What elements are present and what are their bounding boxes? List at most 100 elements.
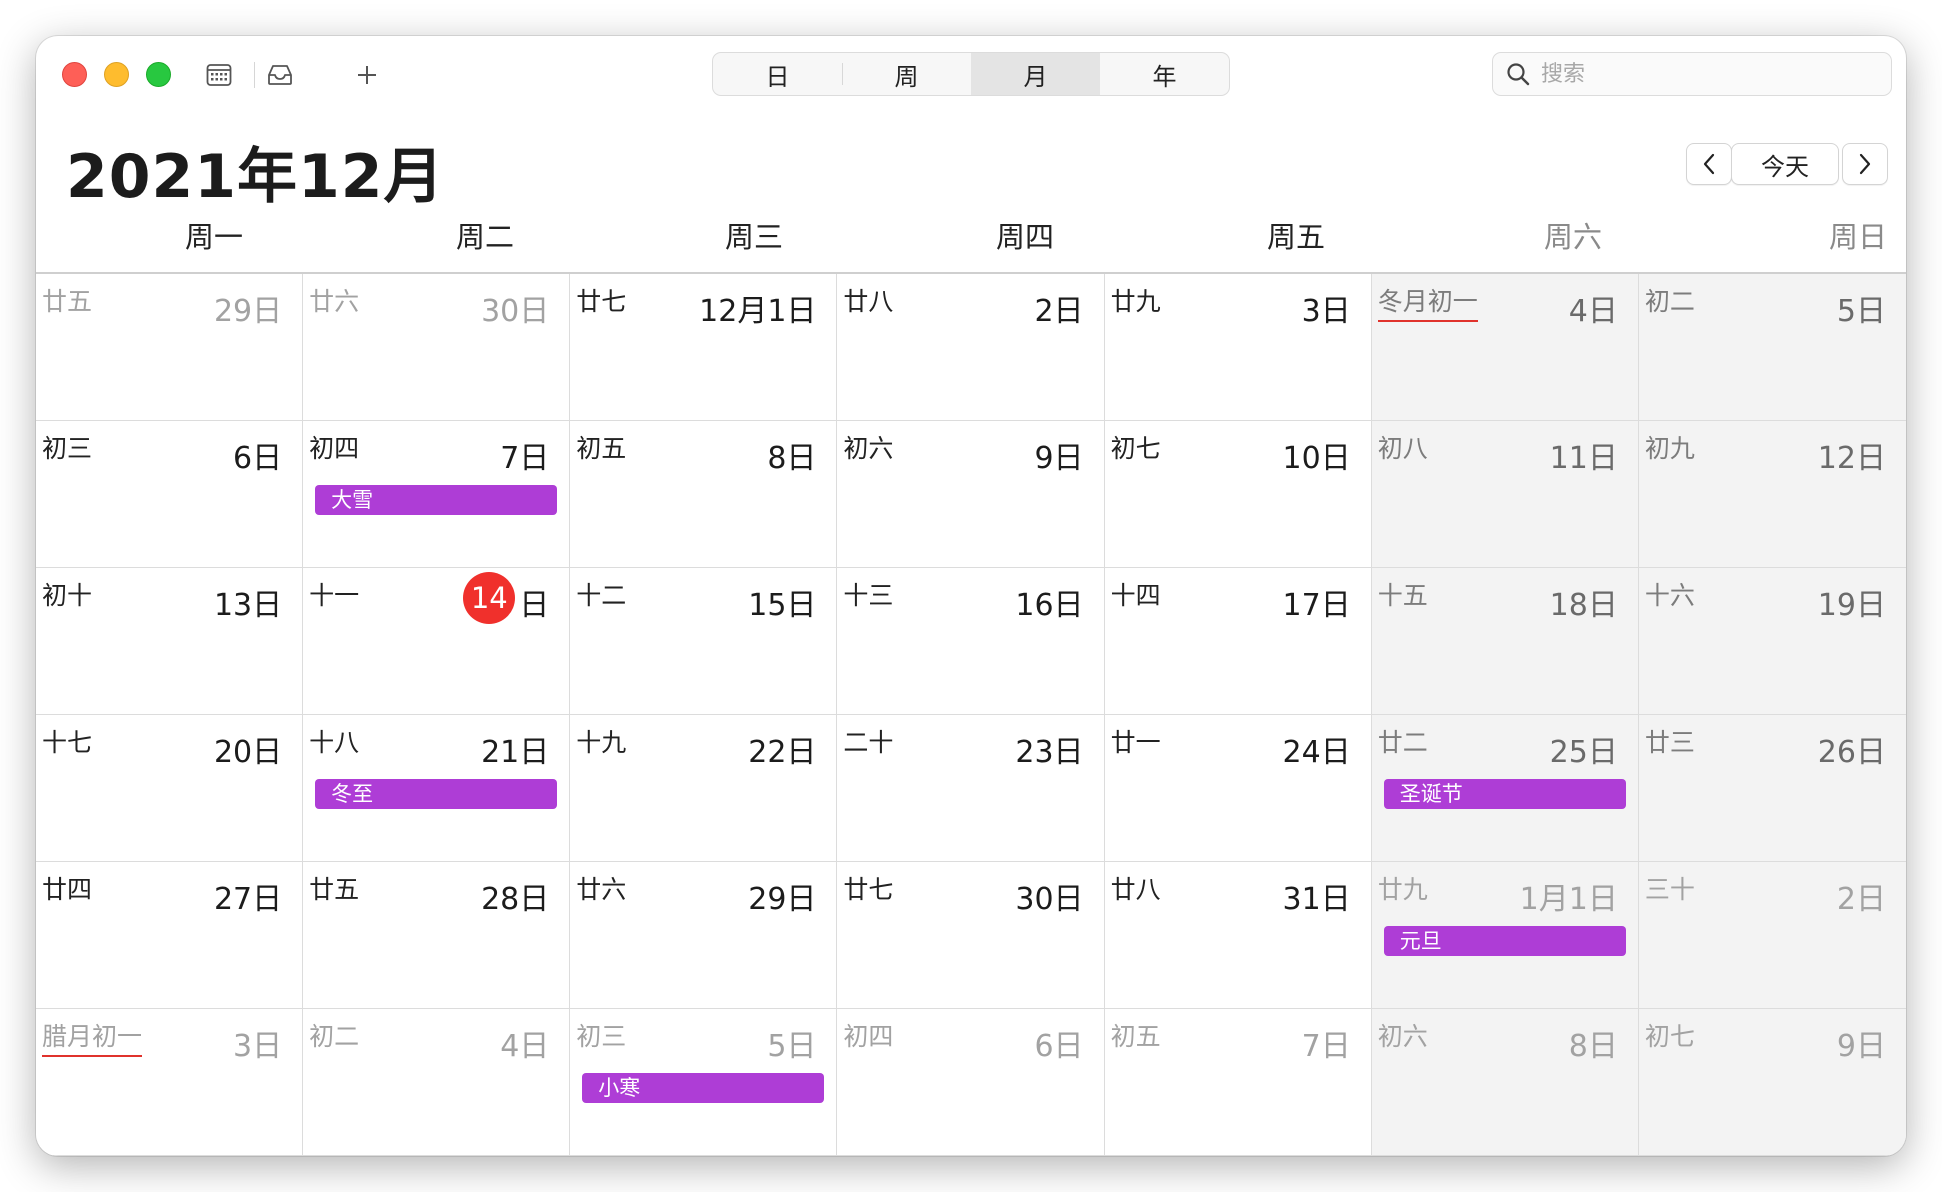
- day-cell[interactable]: 腊月初一 3日: [36, 1009, 304, 1156]
- day-cell[interactable]: 初五 7日: [1104, 1009, 1372, 1156]
- lunar-date: 廿七: [576, 287, 627, 316]
- calendar-event[interactable]: 大雪: [315, 485, 558, 515]
- day-number: 2日: [1836, 882, 1886, 917]
- calendar-event[interactable]: 圣诞节: [1383, 779, 1626, 809]
- lunar-date: 初九: [1644, 434, 1695, 463]
- day-number: 28日: [481, 882, 550, 917]
- lunar-date: 十五: [1377, 581, 1428, 610]
- lunar-date: 廿三: [1644, 728, 1695, 757]
- day-number: 5日: [767, 1029, 817, 1064]
- day-cell[interactable]: 初三 5日 小寒: [570, 1009, 838, 1156]
- lunar-date: 二十: [843, 728, 894, 757]
- day-number: 17日: [1282, 588, 1351, 623]
- lunar-date: 初五: [1110, 1022, 1161, 1051]
- inbox-icon[interactable]: [265, 60, 295, 90]
- close-button[interactable]: [62, 62, 87, 87]
- day-cell[interactable]: 冬月初一 4日: [1371, 274, 1639, 421]
- previous-month-button[interactable]: [1686, 143, 1732, 185]
- day-number: 4日: [1568, 294, 1618, 329]
- calendar-event[interactable]: 小寒: [582, 1073, 825, 1103]
- day-cell[interactable]: 廿三 26日: [1638, 715, 1906, 862]
- day-cell[interactable]: 十三 16日: [837, 568, 1105, 715]
- month-grid: 廿五 29日 廿六 30日 廿七 12月1日 廿八 2日 廿九 3日 冬月初一 4日 初二 5日 初三 6日初…: [36, 274, 1906, 1156]
- day-cell[interactable]: 廿九 3日: [1104, 274, 1372, 421]
- today-button[interactable]: 今天: [1731, 143, 1839, 185]
- day-number: 23日: [1015, 735, 1084, 770]
- day-cell[interactable]: 初七 9日: [1638, 1009, 1906, 1156]
- day-cell[interactable]: 廿四 27日: [36, 862, 304, 1009]
- next-month-button[interactable]: [1842, 143, 1888, 185]
- day-cell[interactable]: 初十 13日: [36, 568, 304, 715]
- view-month-tab[interactable]: 月: [971, 53, 1100, 95]
- day-cell-today[interactable]: 十一 14 日: [303, 568, 571, 715]
- day-number: 29日: [213, 294, 283, 329]
- day-cell[interactable]: 廿六 30日: [303, 274, 571, 421]
- lunar-date: 十八: [309, 728, 360, 757]
- day-number: 12日: [1817, 441, 1886, 476]
- zoom-button[interactable]: [146, 62, 171, 87]
- calendar-list-icon[interactable]: [204, 60, 234, 90]
- calendar-event[interactable]: 元旦: [1383, 926, 1626, 956]
- lunar-date: 廿一: [1110, 728, 1161, 757]
- day-number: 6日: [1034, 1029, 1084, 1064]
- lunar-date: 廿六: [309, 287, 360, 316]
- day-cell[interactable]: 三十 2日: [1638, 862, 1906, 1009]
- day-cell[interactable]: 廿一 24日: [1104, 715, 1372, 862]
- day-cell[interactable]: 初二 5日: [1638, 274, 1906, 421]
- day-cell[interactable]: 廿八 31日: [1104, 862, 1372, 1009]
- day-cell[interactable]: 廿九 1月1日 元旦: [1371, 862, 1639, 1009]
- day-number: 1月1日: [1519, 882, 1618, 917]
- day-cell[interactable]: 初四 6日: [837, 1009, 1105, 1156]
- lunar-date: 初七: [1110, 434, 1161, 463]
- day-cell[interactable]: 初五 8日: [570, 421, 838, 568]
- day-cell[interactable]: 十二 15日: [570, 568, 838, 715]
- day-number: 20日: [213, 735, 283, 770]
- day-cell[interactable]: 廿八 2日: [837, 274, 1105, 421]
- day-cell[interactable]: 初七 10日: [1104, 421, 1372, 568]
- day-cell[interactable]: 廿七 30日: [837, 862, 1105, 1009]
- day-number: 27日: [213, 882, 283, 917]
- lunar-date: 十二: [576, 581, 627, 610]
- day-cell[interactable]: 廿七 12月1日: [570, 274, 838, 421]
- day-cell[interactable]: 初九 12日: [1638, 421, 1906, 568]
- day-cell[interactable]: 廿二 25日 圣诞节: [1371, 715, 1639, 862]
- day-number: 24日: [1282, 735, 1351, 770]
- day-cell[interactable]: 初四 7日 大雪: [303, 421, 571, 568]
- day-cell[interactable]: 廿五 28日: [303, 862, 571, 1009]
- search-field[interactable]: [1492, 52, 1892, 96]
- day-cell[interactable]: 廿六 29日: [570, 862, 838, 1009]
- day-cell[interactable]: 初六 8日: [1371, 1009, 1639, 1156]
- day-cell[interactable]: 十七 20日: [36, 715, 304, 862]
- weekday-label: 周五: [1266, 220, 1325, 254]
- view-year-tab[interactable]: 年: [1100, 53, 1229, 95]
- day-cell[interactable]: 十六 19日: [1638, 568, 1906, 715]
- lunar-date: 初五: [576, 434, 627, 463]
- plus-icon[interactable]: [352, 60, 382, 90]
- day-cell[interactable]: 十八 21日 冬至: [303, 715, 571, 862]
- day-number: 7日: [500, 441, 550, 476]
- day-cell[interactable]: 二十 23日: [837, 715, 1105, 862]
- today-indicator: 14: [463, 572, 516, 624]
- day-cell[interactable]: 十四 17日: [1104, 568, 1372, 715]
- day-number: 26日: [1817, 735, 1886, 770]
- day-cell[interactable]: 十五 18日: [1371, 568, 1639, 715]
- day-number: 6日: [233, 441, 283, 476]
- view-week-tab[interactable]: 周: [842, 53, 971, 95]
- day-number: 25日: [1549, 735, 1618, 770]
- search-input[interactable]: [1539, 60, 1883, 88]
- minimize-button[interactable]: [104, 62, 129, 87]
- day-cell[interactable]: 初三 6日: [36, 421, 304, 568]
- weekday-header: 周一 周二 周三 周四 周五 周六 周日: [36, 212, 1906, 268]
- day-cell[interactable]: 十九 22日: [570, 715, 838, 862]
- day-cell[interactable]: 初八 11日: [1371, 421, 1639, 568]
- lunar-date: 初七: [1644, 1022, 1695, 1051]
- day-cell[interactable]: 初二 4日: [303, 1009, 571, 1156]
- day-cell[interactable]: 初六 9日: [837, 421, 1105, 568]
- lunar-date: 初八: [1377, 434, 1428, 463]
- calendar-event[interactable]: 冬至: [315, 779, 558, 809]
- view-day-tab[interactable]: 日: [713, 53, 842, 95]
- day-cell[interactable]: 廿五 29日: [36, 274, 304, 421]
- lunar-date: 十六: [1644, 581, 1695, 610]
- lunar-date: 廿五: [309, 875, 360, 904]
- lunar-date: 冬月初一: [1377, 282, 1478, 322]
